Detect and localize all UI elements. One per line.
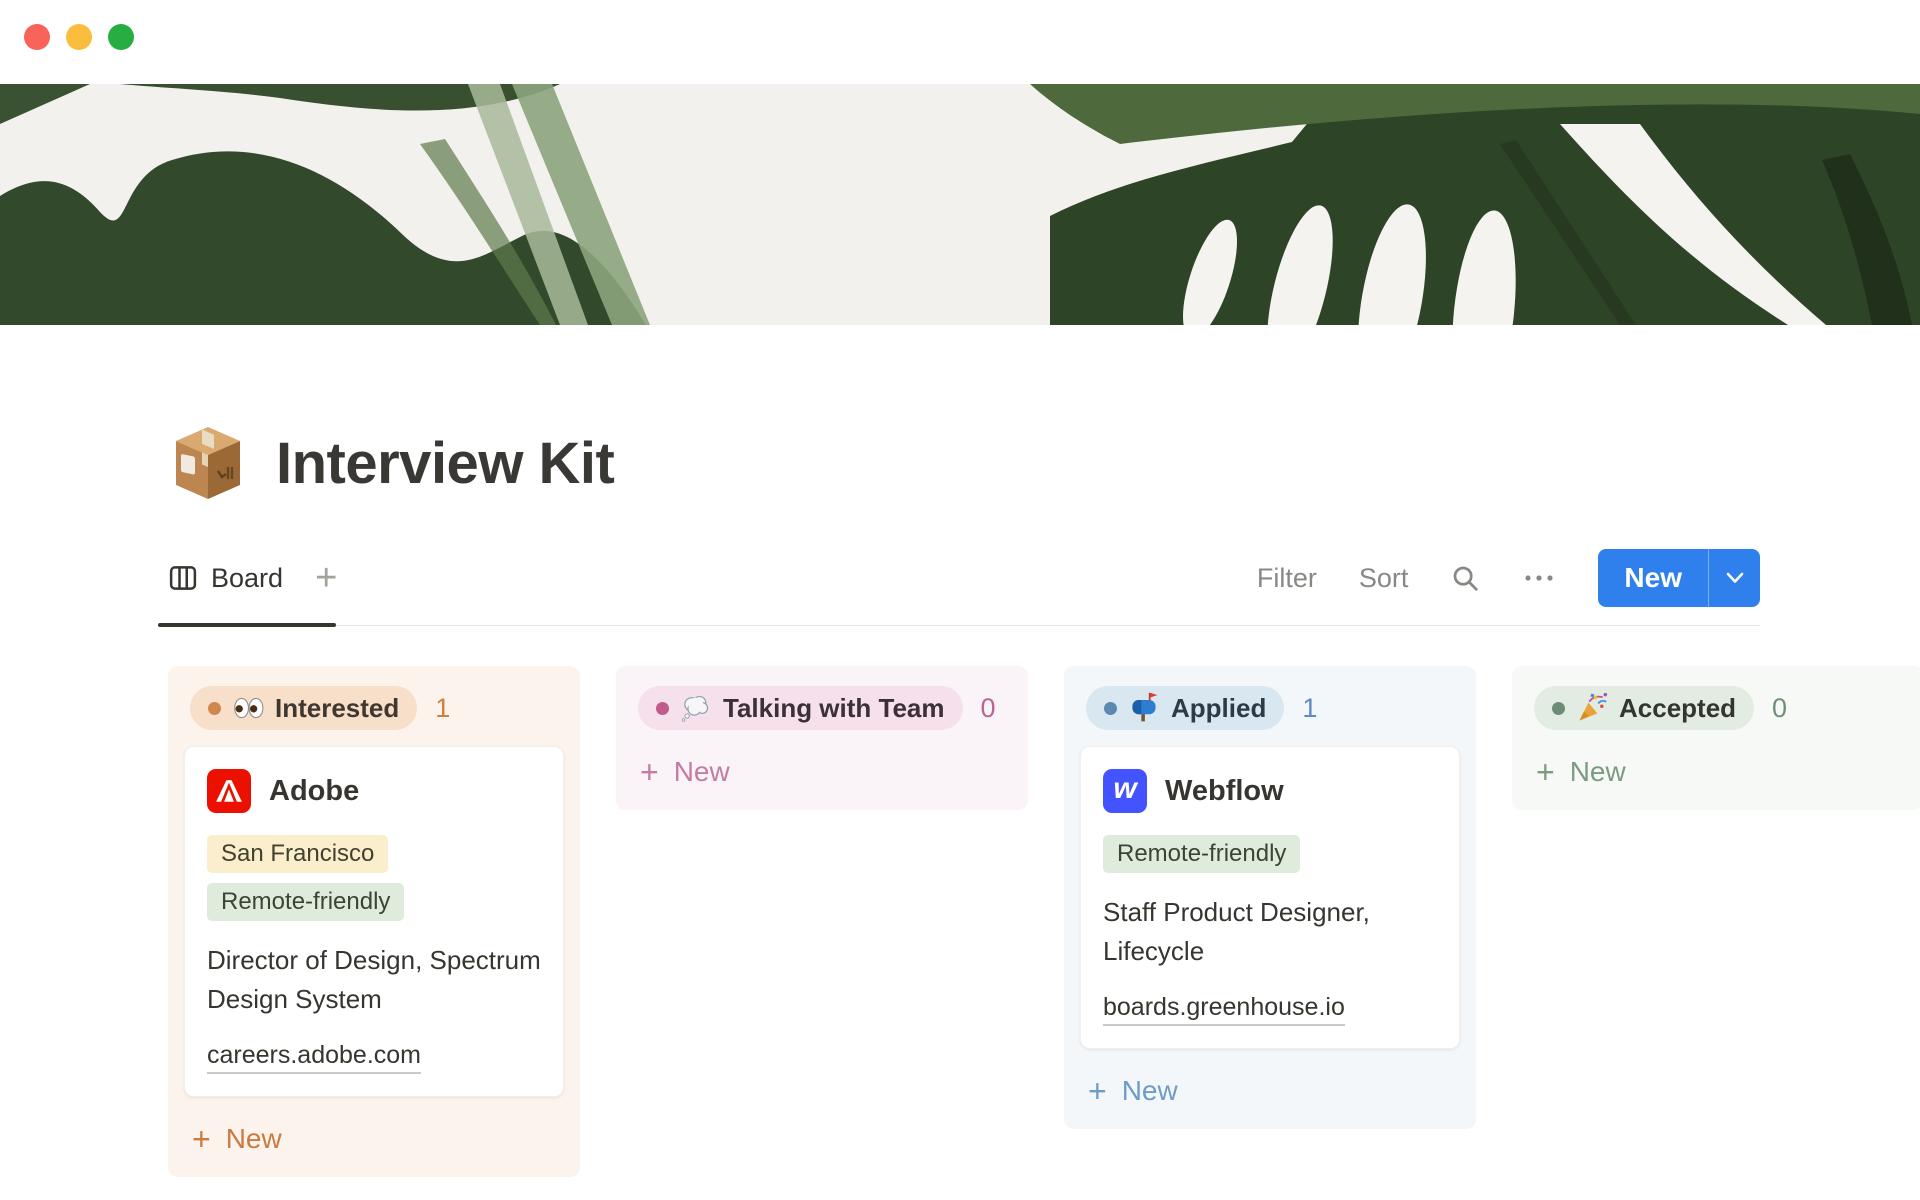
plus-icon: + (640, 756, 659, 788)
add-card-button-interested[interactable]: + New (184, 1113, 564, 1161)
new-button-group: New (1598, 549, 1760, 607)
card-role: Director of Design, Spectrum Design Syst… (207, 941, 541, 1019)
window-titlebar (0, 0, 1920, 84)
close-window-button[interactable] (24, 24, 50, 50)
card-webflow[interactable]: w Webflow Remote-friendly Staff Product … (1080, 746, 1460, 1049)
minimize-window-button[interactable] (66, 24, 92, 50)
add-card-button-accepted[interactable]: + New (1528, 746, 1908, 794)
webflow-logo-icon: w (1103, 769, 1147, 813)
mailbox-emoji-icon (1128, 692, 1160, 724)
page-title[interactable]: Interview Kit (276, 430, 614, 497)
tab-board-view[interactable]: Board (168, 563, 283, 594)
column-header-talking-with-team[interactable]: Talking with Team (638, 686, 963, 730)
column-count: 0 (1772, 693, 1787, 724)
page-cover-image[interactable] (0, 84, 1920, 325)
active-tab-indicator (158, 623, 336, 627)
monstera-leaves-illustration (0, 84, 1920, 325)
board-tab-label: Board (211, 563, 283, 594)
search-icon (1450, 563, 1480, 593)
column-label: Applied (1171, 693, 1266, 724)
column-accepted: Accepted 0 + New (1512, 666, 1920, 810)
card-role: Staff Product Designer, Lifecycle (1103, 893, 1437, 971)
card-link[interactable]: careers.adobe.com (207, 1041, 421, 1074)
card-link[interactable]: boards.greenhouse.io (1103, 993, 1345, 1026)
adobe-logo-icon (207, 769, 251, 813)
eyes-emoji-icon (232, 692, 264, 724)
more-options-button[interactable] (1522, 572, 1556, 584)
new-dropdown-button[interactable] (1708, 549, 1760, 607)
page-icon-package[interactable] (168, 423, 248, 503)
board-view-icon (168, 563, 198, 593)
column-interested: Interested 1 Adobe San Franc (168, 666, 580, 1177)
new-card-label: New (674, 756, 730, 788)
sort-button[interactable]: Sort (1359, 563, 1409, 594)
column-label: Interested (275, 693, 399, 724)
column-count: 1 (435, 693, 450, 724)
zoom-window-button[interactable] (108, 24, 134, 50)
column-count: 0 (981, 693, 996, 724)
plus-icon: + (192, 1123, 211, 1155)
package-icon (168, 423, 248, 503)
column-applied: Applied 1 w Webflow Remote-friendly Staf… (1064, 666, 1476, 1129)
new-card-label: New (226, 1123, 282, 1155)
add-view-button[interactable]: + (315, 559, 337, 597)
tag-remote-friendly: Remote-friendly (207, 883, 404, 921)
column-count: 1 (1302, 693, 1317, 724)
tag-san-francisco: San Francisco (207, 835, 388, 873)
filter-button[interactable]: Filter (1257, 563, 1317, 594)
ellipsis-icon (1522, 572, 1556, 584)
column-header-applied[interactable]: Applied (1086, 686, 1284, 730)
card-company-name: Webflow (1165, 775, 1284, 808)
add-card-button-talking-with-team[interactable]: + New (632, 746, 1012, 794)
search-button[interactable] (1450, 563, 1480, 593)
chevron-down-icon (1726, 572, 1744, 584)
status-dot (656, 702, 669, 715)
status-dot (1552, 702, 1565, 715)
status-dot (208, 702, 221, 715)
thought-balloon-emoji-icon (680, 692, 712, 724)
tag-remote-friendly: Remote-friendly (1103, 835, 1300, 873)
card-company-name: Adobe (269, 775, 359, 808)
party-popper-emoji-icon (1576, 692, 1608, 724)
add-card-button-applied[interactable]: + New (1080, 1065, 1460, 1113)
status-dot (1104, 702, 1117, 715)
column-label: Talking with Team (723, 693, 945, 724)
card-adobe[interactable]: Adobe San Francisco Remote-friendly Dire… (184, 746, 564, 1097)
column-talking-with-team: Talking with Team 0 + New (616, 666, 1028, 810)
column-header-accepted[interactable]: Accepted (1534, 686, 1754, 730)
new-button[interactable]: New (1598, 549, 1708, 607)
new-card-label: New (1570, 756, 1626, 788)
new-card-label: New (1122, 1075, 1178, 1107)
plus-icon: + (1088, 1075, 1107, 1107)
plus-icon: + (1536, 756, 1555, 788)
window-controls (24, 24, 134, 50)
column-label: Accepted (1619, 693, 1736, 724)
kanban-board: Interested 1 Adobe San Franc (168, 666, 1920, 1177)
column-header-interested[interactable]: Interested (190, 686, 417, 730)
